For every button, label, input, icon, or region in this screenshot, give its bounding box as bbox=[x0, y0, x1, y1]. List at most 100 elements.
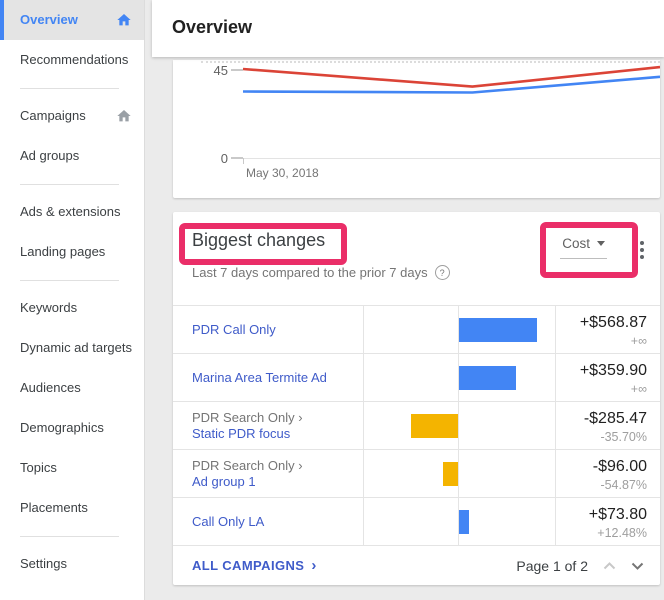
bar-cell-negative bbox=[363, 450, 458, 497]
card-subtitle: Last 7 days compared to the prior 7 days… bbox=[192, 265, 450, 280]
campaign-name-cell: Marina Area Termite Ad bbox=[173, 354, 363, 401]
change-amount: +$73.80 bbox=[588, 506, 647, 523]
bar-cell-negative bbox=[363, 498, 458, 545]
row-prefix: PDR Search Only › bbox=[192, 409, 303, 425]
sidebar-item-label: Dynamic ad targets bbox=[20, 340, 132, 355]
y-axis-tick-label: 0 bbox=[220, 151, 228, 166]
sidebar-item-ad-groups[interactable]: Ad groups bbox=[0, 136, 144, 176]
sidebar-item-keywords[interactable]: Keywords bbox=[0, 288, 144, 328]
sidebar-item-label: Ad groups bbox=[20, 148, 80, 163]
sidebar-item-dynamic-ad-targets[interactable]: Dynamic ad targets bbox=[0, 328, 144, 368]
page-up-icon[interactable] bbox=[603, 561, 616, 570]
campaign-link[interactable]: PDR Call Only bbox=[192, 322, 353, 338]
sidebar-item-label: Demographics bbox=[20, 420, 104, 435]
table-row: PDR Call Only +$568.87 +∞ bbox=[173, 305, 660, 353]
change-amount: -$285.47 bbox=[583, 410, 647, 427]
metric-dropdown[interactable]: Cost bbox=[560, 236, 607, 259]
sidebar-item-landing-pages[interactable]: Landing pages bbox=[0, 232, 144, 272]
campaign-link[interactable]: Marina Area Termite Ad bbox=[192, 370, 353, 386]
sidebar-item-label: Audiences bbox=[20, 380, 81, 395]
change-amount: +$568.87 bbox=[579, 314, 647, 331]
more-options-icon[interactable] bbox=[638, 239, 646, 261]
sidebar-item-label: Overview bbox=[20, 12, 78, 27]
y-axis-tick-mark bbox=[231, 157, 243, 159]
change-percent: -54.87% bbox=[600, 478, 647, 492]
metric-dropdown-value: Cost bbox=[562, 236, 590, 251]
sidebar-divider bbox=[20, 280, 119, 281]
change-bar bbox=[459, 509, 469, 534]
help-icon[interactable]: ? bbox=[434, 265, 450, 280]
bar-cell-positive bbox=[458, 450, 555, 497]
sidebar-item-campaigns[interactable]: Campaigns bbox=[0, 96, 144, 136]
sidebar-item-placements[interactable]: Placements bbox=[0, 488, 144, 528]
change-amount: +$359.90 bbox=[579, 362, 647, 379]
sidebar-item-label: Placements bbox=[20, 500, 88, 515]
change-percent: -35.70% bbox=[600, 430, 647, 444]
sidebar-item-recommendations[interactable]: Recommendations bbox=[0, 40, 144, 80]
sidebar-item-label: Campaigns bbox=[20, 108, 86, 123]
card-title: Biggest changes bbox=[192, 230, 326, 250]
bar-cell-negative bbox=[363, 354, 458, 401]
sidebar-divider bbox=[20, 88, 119, 89]
change-percent: +∞ bbox=[630, 334, 647, 348]
page-down-icon[interactable] bbox=[631, 562, 644, 570]
table-row: Marina Area Termite Ad +$359.90 +∞ bbox=[173, 353, 660, 401]
y-axis-tick-mark bbox=[231, 69, 243, 71]
chevron-right-icon: › bbox=[311, 557, 317, 574]
sidebar-item-label: Keywords bbox=[20, 300, 78, 315]
change-percent: +∞ bbox=[630, 382, 647, 396]
all-campaigns-label: ALL CAMPAIGNS bbox=[192, 558, 305, 573]
page-header: Overview bbox=[152, 0, 664, 57]
sidebar-divider bbox=[20, 536, 119, 537]
change-percent: +12.48% bbox=[597, 526, 647, 540]
row-prefix: PDR Search Only › bbox=[192, 457, 303, 473]
table-row: PDR Search Only › Static PDR focus -$285.4… bbox=[173, 401, 660, 449]
biggest-changes-card: Biggest changes Last 7 days compared to … bbox=[173, 212, 660, 585]
page-title: Overview bbox=[172, 17, 253, 37]
chart-line-current-period bbox=[242, 65, 660, 88]
bar-cell-positive bbox=[458, 402, 555, 449]
pagination-label: Page 1 of 2 bbox=[516, 557, 588, 574]
table-row: Call Only LA +$73.80 +12.48% bbox=[173, 497, 660, 545]
sidebar: Overview Recommendations Campaigns Ad group… bbox=[0, 0, 145, 600]
campaign-name-cell: PDR Call Only bbox=[173, 306, 363, 353]
campaign-link[interactable]: Ad group 1 bbox=[192, 474, 353, 490]
bar-cell-positive bbox=[458, 498, 555, 545]
sidebar-item-label: Topics bbox=[20, 460, 57, 475]
campaign-link[interactable]: Static PDR focus bbox=[192, 426, 353, 442]
y-axis-tick-label: 45 bbox=[213, 63, 228, 78]
sidebar-divider bbox=[20, 184, 119, 185]
sidebar-item-demographics[interactable]: Demographics bbox=[0, 408, 144, 448]
bar-cell-negative bbox=[363, 402, 458, 449]
google-ads-overview-screen: Overview Recommendations Campaigns Ad group… bbox=[0, 0, 664, 600]
change-bar bbox=[411, 413, 458, 438]
campaign-link[interactable]: Call Only LA bbox=[192, 514, 353, 530]
sidebar-item-topics[interactable]: Topics bbox=[0, 448, 144, 488]
value-cell: -$285.47 -35.70% bbox=[555, 402, 660, 449]
value-cell: +$568.87 +∞ bbox=[555, 306, 660, 353]
bar-cell-positive bbox=[458, 354, 555, 401]
sidebar-item-label: Settings bbox=[20, 556, 67, 571]
home-icon bbox=[117, 14, 131, 26]
line-chart bbox=[242, 65, 660, 94]
change-amount: -$96.00 bbox=[592, 458, 647, 475]
campaign-name-cell: PDR Search Only › Static PDR focus bbox=[173, 402, 363, 449]
changes-table: PDR Call Only +$568.87 +∞ Marina Area Termi… bbox=[173, 305, 660, 545]
card-footer: ALL CAMPAIGNS › Page 1 of 2 bbox=[173, 545, 660, 585]
campaign-name-cell: Call Only LA bbox=[173, 498, 363, 545]
bar-cell-positive bbox=[458, 306, 555, 353]
sidebar-item-ads-extensions[interactable]: Ads & extensions bbox=[0, 192, 144, 232]
all-campaigns-link[interactable]: ALL CAMPAIGNS › bbox=[192, 558, 317, 573]
sidebar-item-overview[interactable]: Overview bbox=[0, 0, 144, 40]
change-bar bbox=[459, 317, 537, 342]
change-bar bbox=[443, 461, 458, 486]
card-subtitle-text: Last 7 days compared to the prior 7 days bbox=[192, 265, 428, 280]
sidebar-item-settings[interactable]: Settings bbox=[0, 544, 144, 584]
bar-cell-negative bbox=[363, 306, 458, 353]
change-bar bbox=[459, 365, 516, 390]
pagination: Page 1 of 2 bbox=[516, 558, 644, 574]
campaign-name-cell: PDR Search Only › Ad group 1 bbox=[173, 450, 363, 497]
sidebar-item-label: Recommendations bbox=[20, 52, 129, 67]
sidebar-item-audiences[interactable]: Audiences bbox=[0, 368, 144, 408]
chevron-down-icon bbox=[597, 241, 605, 246]
